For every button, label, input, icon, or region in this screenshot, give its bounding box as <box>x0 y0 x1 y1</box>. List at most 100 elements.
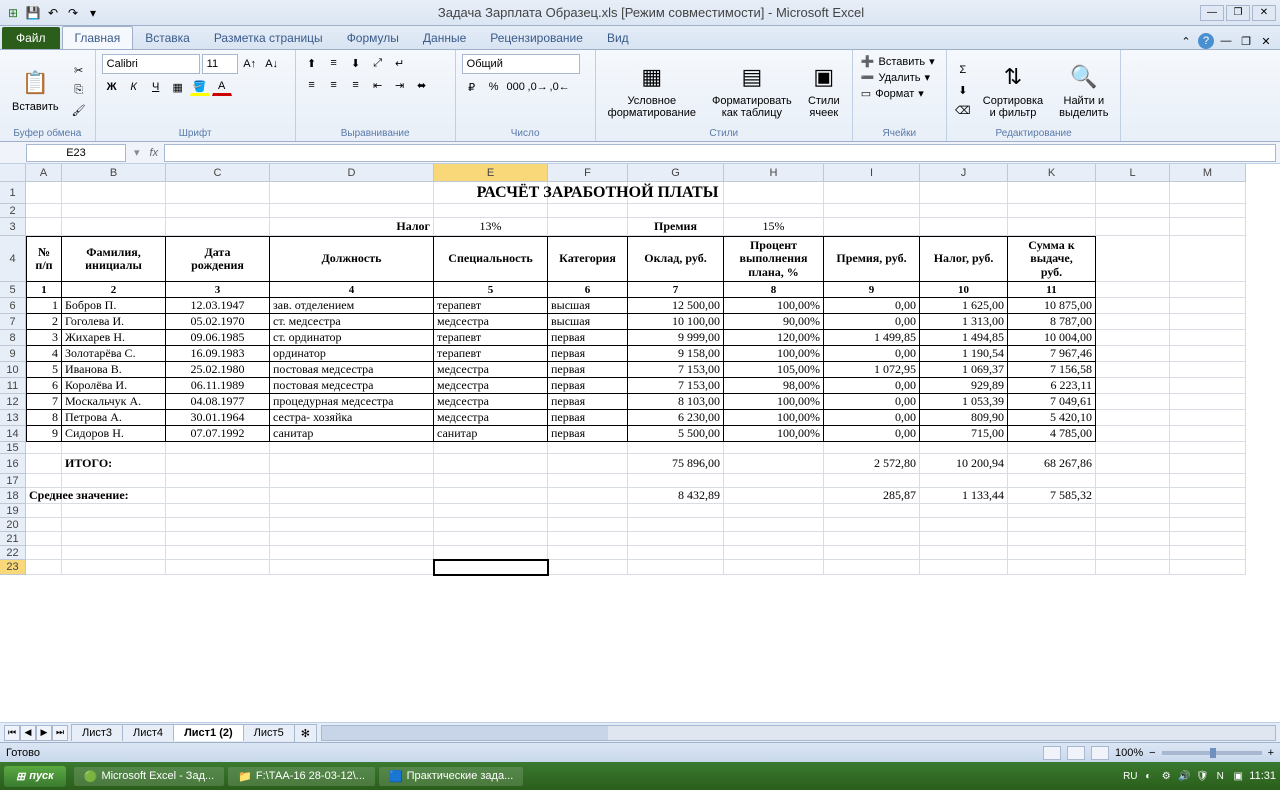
cell[interactable] <box>1008 532 1096 546</box>
copy-button[interactable]: ⎘ <box>69 81 89 99</box>
row-header[interactable]: 10 <box>0 362 26 378</box>
cell[interactable] <box>1170 410 1246 426</box>
cell[interactable] <box>548 518 628 532</box>
cell[interactable]: 1 625,00 <box>920 298 1008 314</box>
delete-cells-button[interactable]: ➖Удалить ▾ <box>859 70 932 85</box>
cell[interactable] <box>1096 426 1170 442</box>
help-icon[interactable]: ? <box>1198 33 1214 49</box>
page-layout-view-button[interactable] <box>1067 746 1085 760</box>
comma-button[interactable]: 000 <box>506 78 526 96</box>
taskbar-item[interactable]: 🟢Microsoft Excel - Зад... <box>74 767 224 786</box>
cell[interactable]: 4 <box>270 282 434 298</box>
cell[interactable]: Категория <box>548 236 628 282</box>
cell[interactable] <box>166 474 270 488</box>
cell[interactable]: 0,00 <box>824 410 920 426</box>
conditional-formatting-button[interactable]: ▦ Условное форматирование <box>602 59 702 121</box>
cell[interactable] <box>824 504 920 518</box>
cell[interactable] <box>1170 182 1246 204</box>
cell[interactable]: Петрова А. <box>62 410 166 426</box>
cell[interactable]: 7 <box>26 394 62 410</box>
cell[interactable] <box>270 488 434 504</box>
cell[interactable]: Премия <box>628 218 724 236</box>
cell[interactable] <box>1096 298 1170 314</box>
cell[interactable]: первая <box>548 378 628 394</box>
cell[interactable] <box>1008 442 1096 454</box>
row-header[interactable]: 16 <box>0 454 26 474</box>
cell[interactable] <box>1170 282 1246 298</box>
cell[interactable] <box>1096 218 1170 236</box>
zoom-thumb[interactable] <box>1210 748 1216 758</box>
cell[interactable]: медсестра <box>434 394 548 410</box>
autosum-button[interactable]: Σ <box>953 61 973 79</box>
cell[interactable]: 7 967,46 <box>1008 346 1096 362</box>
decrease-font-button[interactable]: A↓ <box>262 55 282 73</box>
column-header[interactable]: M <box>1170 164 1246 182</box>
tab-prev-button[interactable]: ◀ <box>20 725 36 741</box>
cell[interactable]: 1 313,00 <box>920 314 1008 330</box>
cell[interactable]: 120,00% <box>724 330 824 346</box>
tray-icon[interactable]: 🔊 <box>1177 769 1191 783</box>
cell[interactable] <box>1096 282 1170 298</box>
cell[interactable]: 09.06.1985 <box>166 330 270 346</box>
cell[interactable] <box>724 504 824 518</box>
cell[interactable]: санитар <box>270 426 434 442</box>
increase-indent-button[interactable]: ⇥ <box>390 76 410 94</box>
workbook-close-icon[interactable]: ✕ <box>1258 33 1274 49</box>
cell[interactable]: Специальность <box>434 236 548 282</box>
align-left-button[interactable]: ≡ <box>302 76 322 94</box>
cell[interactable] <box>724 532 824 546</box>
cell[interactable]: 6 <box>548 282 628 298</box>
cell[interactable]: 75 896,00 <box>628 454 724 474</box>
cell[interactable] <box>26 532 62 546</box>
cell[interactable]: 30.01.1964 <box>166 410 270 426</box>
cell[interactable] <box>270 454 434 474</box>
row-header[interactable]: 19 <box>0 504 26 518</box>
tray-icon[interactable]: ⚙ <box>1159 769 1173 783</box>
cell[interactable] <box>1008 518 1096 532</box>
cell[interactable] <box>724 518 824 532</box>
tray-icon[interactable]: ◐ <box>1141 769 1155 783</box>
new-sheet-button[interactable]: ✻ <box>294 724 317 742</box>
cell[interactable]: 3 <box>166 282 270 298</box>
number-format-select[interactable] <box>462 54 580 74</box>
align-center-button[interactable]: ≡ <box>324 76 344 94</box>
tab-review[interactable]: Рецензирование <box>478 27 595 49</box>
italic-button[interactable]: К <box>124 78 144 96</box>
cell[interactable]: 4 785,00 <box>1008 426 1096 442</box>
cell[interactable] <box>26 218 62 236</box>
cell[interactable] <box>824 560 920 575</box>
border-button[interactable]: ▦ <box>168 78 188 96</box>
format-table-button[interactable]: ▤ Форматировать как таблицу <box>706 59 798 121</box>
cell[interactable]: 1 <box>26 282 62 298</box>
sort-filter-button[interactable]: ⇅ Сортировка и фильтр <box>977 59 1049 121</box>
select-all-corner[interactable] <box>0 164 26 182</box>
cell[interactable]: 07.07.1992 <box>166 426 270 442</box>
file-tab[interactable]: Файл <box>2 27 60 49</box>
cell[interactable]: 9 999,00 <box>628 330 724 346</box>
cell[interactable] <box>824 532 920 546</box>
find-select-button[interactable]: 🔍 Найти и выделить <box>1053 59 1114 121</box>
cell[interactable]: 0,00 <box>824 378 920 394</box>
cell[interactable]: 6 223,11 <box>1008 378 1096 394</box>
cell[interactable] <box>166 546 270 560</box>
decrease-indent-button[interactable]: ⇤ <box>368 76 388 94</box>
lang-indicator[interactable]: RU <box>1123 769 1137 783</box>
cell[interactable]: 10 <box>920 282 1008 298</box>
row-header[interactable]: 1 <box>0 182 26 204</box>
cell[interactable] <box>1096 488 1170 504</box>
cell[interactable]: 5 500,00 <box>628 426 724 442</box>
qat-dropdown-icon[interactable]: ▾ <box>84 4 102 22</box>
cell[interactable] <box>1096 378 1170 394</box>
cell[interactable]: медсестра <box>434 410 548 426</box>
cell[interactable]: Фамилия, инициалы <box>62 236 166 282</box>
percent-button[interactable]: % <box>484 78 504 96</box>
cell[interactable] <box>166 504 270 518</box>
cell[interactable] <box>434 560 548 575</box>
cell[interactable] <box>166 442 270 454</box>
cell[interactable]: 16.09.1983 <box>166 346 270 362</box>
cell[interactable]: 7 153,00 <box>628 378 724 394</box>
cell[interactable]: терапевт <box>434 346 548 362</box>
cell[interactable] <box>166 218 270 236</box>
cell[interactable] <box>1096 454 1170 474</box>
row-headers[interactable]: 1234567891011121314151617181920212223 <box>0 182 26 575</box>
